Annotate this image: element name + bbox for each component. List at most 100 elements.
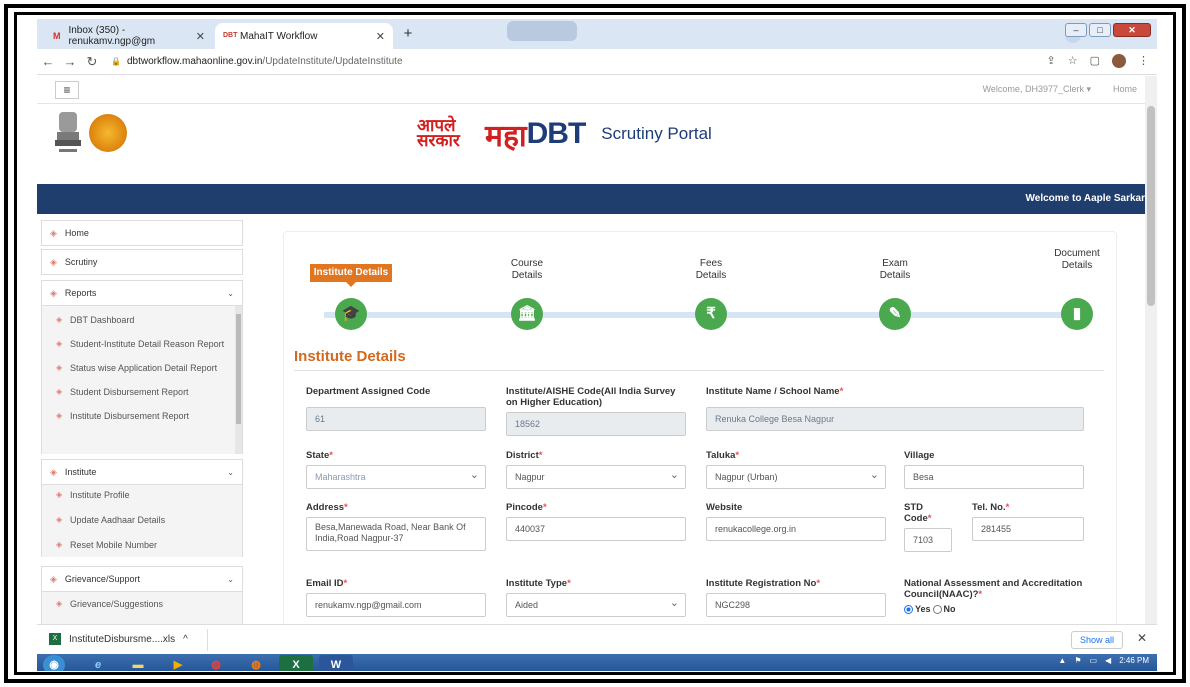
sidebar-item-student-disbursement[interactable]: ◈ Student Disbursement Report [42,386,242,398]
network-icon[interactable]: ▭ [1089,656,1097,665]
show-all-button[interactable]: Show all [1070,631,1123,649]
step-fees-details[interactable]: Fees Details ₹ [656,246,766,330]
close-icon[interactable]: ✕ [1137,631,1147,645]
village-input[interactable]: Besa [904,465,1084,489]
header: आपले सरकार महा DBT Scrutiny Portal [37,104,1145,184]
submenu-scrollbar[interactable] [235,306,242,454]
chevron-up-icon[interactable]: ^ [183,634,188,645]
chevron-down-icon: ⌄ [227,467,234,477]
sidebar-item-scrutiny[interactable]: ◈ Scrutiny [41,249,243,275]
field-label: District* [506,450,543,461]
grievance-submenu: ◈ Grievance/Suggestions [41,592,243,624]
field-label: Taluka* [706,450,740,461]
top-strip: ≡ Welcome, DH3977_Clerk ▾ Home [37,76,1145,104]
std-code-input[interactable]: 7103 [904,528,952,552]
new-tab-button[interactable]: + [399,25,417,43]
url-path: /UpdateInstitute/UpdateInstitute [262,56,403,67]
field-village: Village Besa [904,450,1084,489]
sidebar-item-reset-mobile[interactable]: ◈ Reset Mobile Number [42,539,242,551]
tray-arrow-icon[interactable]: ▲ [1058,656,1066,665]
bullet-icon: ◈ [50,573,57,584]
email-input[interactable]: renukamv.ngp@gmail.com [306,593,486,617]
sidebar-item-update-aadhaar[interactable]: ◈ Update Aadhaar Details [42,514,242,526]
menu-icon[interactable]: ⋮ [1138,54,1149,68]
firefox-icon[interactable]: ◍ [239,655,273,671]
sidebar-item-student-institute-report[interactable]: ◈ Student-Institute Detail Reason Report [42,338,242,350]
flag-icon[interactable]: ⚑ [1074,656,1081,665]
media-icon[interactable]: ▶ [161,655,195,671]
volume-icon[interactable]: ◀ [1105,656,1111,665]
sidebar-item-reports[interactable]: ◈ Reports ⌄ [41,280,243,306]
maharashtra-seal-icon [89,114,127,152]
home-link[interactable]: Home [1113,84,1137,94]
bullet-icon: ◈ [50,466,57,477]
url-field[interactable]: 🔒 dbtworkflow.mahaonline.gov.in/UpdateIn… [111,56,403,67]
page: ≡ Welcome, DH3977_Clerk ▾ Home आपले सरका… [37,76,1145,624]
logo-dbt: DBT [526,117,587,150]
registration-no-input[interactable]: NGC298 [706,593,886,617]
naac-no-radio[interactable] [932,604,942,614]
sidebar-item-grievance-suggestions[interactable]: ◈ Grievance/Suggestions [42,598,242,610]
step-institute-details[interactable]: Institute Details 🎓 [296,246,406,330]
back-icon[interactable]: ← [37,54,59,69]
download-item[interactable]: X InstituteDisbursme....xls ^ [49,633,188,645]
close-window-button[interactable]: ✕ [1113,23,1151,37]
tab-gmail[interactable]: M Inbox (350) - renukamv.ngp@gm ✕ [45,23,213,49]
taluka-select[interactable]: Nagpur (Urban) [706,465,886,489]
excel-icon[interactable]: X [279,655,313,671]
institute-name-input[interactable]: Renuka College Besa Nagpur [706,407,1084,431]
step-label: Course Details [510,258,544,281]
address-textarea[interactable]: Besa,Manewada Road, Near Bank Of India,R… [306,517,486,551]
star-icon[interactable]: ☆ [1068,54,1078,68]
close-icon[interactable]: ✕ [196,30,205,43]
naac-yes-radio[interactable] [904,604,913,614]
sidebar: ◈ Home ◈ Scrutiny ◈ Reports ⌄ ◈ DBT Dashb… [37,214,261,624]
field-label: Tel. No.* [972,502,1010,513]
sidebar-item-status-wise-report[interactable]: ◈ Status wise Application Detail Report [42,362,242,374]
sidepanel-icon[interactable]: ▢ [1090,54,1100,68]
step-course-details[interactable]: Course Details 🏛 [472,246,582,330]
field-dept-code: Department Assigned Code 61 [306,386,486,431]
sidebar-item-dbt-dashboard[interactable]: ◈ DBT Dashboard [42,314,242,326]
profile-avatar[interactable] [1112,54,1126,68]
sidebar-item-institute-profile[interactable]: ◈ Institute Profile [42,489,242,501]
sidebar-item-home[interactable]: ◈ Home [41,220,243,246]
state-select[interactable]: Maharashtra [306,465,486,489]
sidebar-item-institute[interactable]: ◈ Institute ⌄ [41,459,243,485]
step-label: Exam Details [879,258,911,281]
institute-type-select[interactable]: Aided [506,593,686,617]
minimize-button[interactable]: – [1065,23,1087,37]
step-document-details[interactable]: Document Details ▮ [1022,236,1116,330]
forward-icon[interactable]: → [59,54,81,69]
field-label: Website [706,502,743,513]
tab-mahait[interactable]: DBT MahaIT Workflow ✕ [215,23,393,49]
share-icon[interactable]: ⇪ [1047,54,1056,68]
field-district: District* Nagpur [506,450,686,489]
sidebar-item-grievance[interactable]: ◈ Grievance/Support ⌄ [41,566,243,592]
sidebar-item-label: Reports [64,288,97,298]
word-icon[interactable]: W [319,655,353,671]
chrome-icon[interactable]: ◍ [199,655,233,671]
clock[interactable]: 2:46 PM [1119,656,1149,665]
welcome-user[interactable]: Welcome, DH3977_Clerk ▾ [983,84,1091,95]
start-button[interactable]: ◉ [43,655,65,671]
bullet-icon: ◈ [56,515,63,524]
maximize-button[interactable]: □ [1089,23,1111,37]
tel-no-input[interactable]: 281455 [972,517,1084,541]
field-label: Address* [306,502,348,513]
hamburger-icon[interactable]: ≡ [55,81,79,99]
page-scrollbar[interactable] [1145,76,1157,624]
folder-icon[interactable]: ▬ [121,655,155,671]
ie-icon[interactable]: e [81,655,115,671]
website-input[interactable]: renukacollege.org.in [706,517,886,541]
pincode-input[interactable]: 440037 [506,517,686,541]
window-controls: – □ ✕ [1065,23,1151,37]
reload-icon[interactable]: ↻ [81,54,103,70]
aishe-code-input[interactable]: 18562 [506,412,686,436]
close-icon[interactable]: ✕ [376,30,385,43]
sidebar-item-institute-disbursement[interactable]: ◈ Institute Disbursement Report [42,410,242,422]
dept-code-input[interactable]: 61 [306,407,486,431]
sidebar-item-label: Status wise Application Detail Report [70,363,218,373]
step-exam-details[interactable]: Exam Details ✎ [840,246,950,330]
district-select[interactable]: Nagpur [506,465,686,489]
